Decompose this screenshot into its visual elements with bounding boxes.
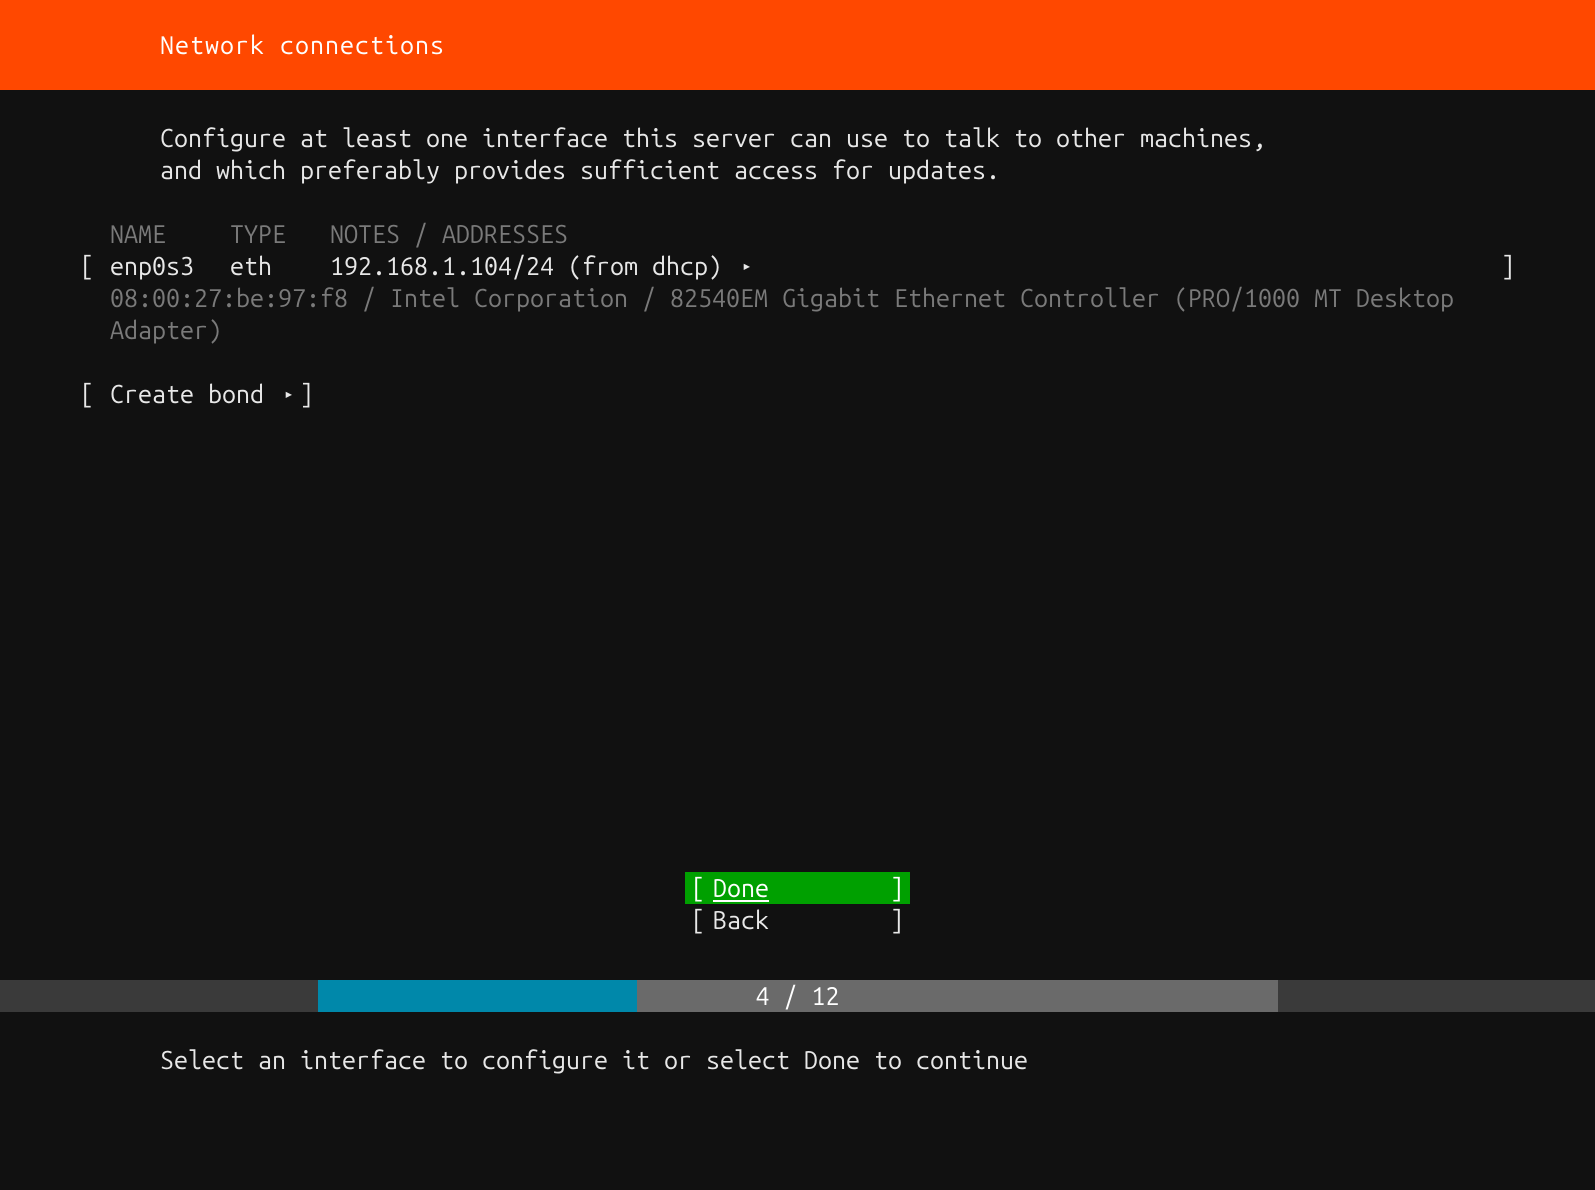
left-bracket: [ [691,904,713,936]
interface-address: 192.168.1.104/24 (from dhcp) [330,250,722,282]
interface-name: enp0s3 [110,250,230,282]
right-bracket: ] [1495,250,1515,282]
create-bond-button[interactable]: [ Create bond ▸ ] [80,378,1515,410]
progress-fill [318,980,638,1012]
col-notes-header: NOTES / ADDRESSES [330,218,1515,250]
progress-track: 4 / 12 [318,980,1278,1012]
submenu-arrow-icon: ▸ [742,250,752,282]
interface-row[interactable]: [ enp0s3 eth 192.168.1.104/24 (from dhcp… [80,250,1515,282]
right-bracket: ] [890,872,904,904]
page-title: Network connections [160,29,445,61]
done-label: Done [713,872,890,904]
left-bracket: [ [691,872,713,904]
right-bracket: ] [890,904,904,936]
col-name-header: NAME [110,218,230,250]
col-type-header: TYPE [230,218,330,250]
left-bracket: [ [80,250,110,282]
left-bracket: [ [80,378,110,410]
header-bar: Network connections [0,0,1595,90]
interface-detail: 08:00:27:be:97:f8 / Intel Corporation / … [80,282,1515,346]
done-button[interactable]: [ Done ] [685,872,910,904]
interface-type: eth [230,250,330,282]
interface-notes: 192.168.1.104/24 (from dhcp) ▸ [330,250,1495,282]
hint-text: Select an interface to configure it or s… [0,1044,1595,1076]
progress-bar: 4 / 12 [0,980,1595,1012]
right-bracket: ] [300,378,314,410]
intro-text: Configure at least one interface this se… [80,122,1515,186]
interface-table-header: NAME TYPE NOTES / ADDRESSES [80,218,1515,250]
back-button[interactable]: [ Back ] [685,904,910,936]
button-group: [ Done ] [ Back ] [0,872,1595,936]
create-bond-label: Create bond [110,378,264,410]
back-label: Back [713,904,890,936]
progress-label: 4 / 12 [755,980,839,1012]
submenu-arrow-icon: ▸ [284,378,294,410]
